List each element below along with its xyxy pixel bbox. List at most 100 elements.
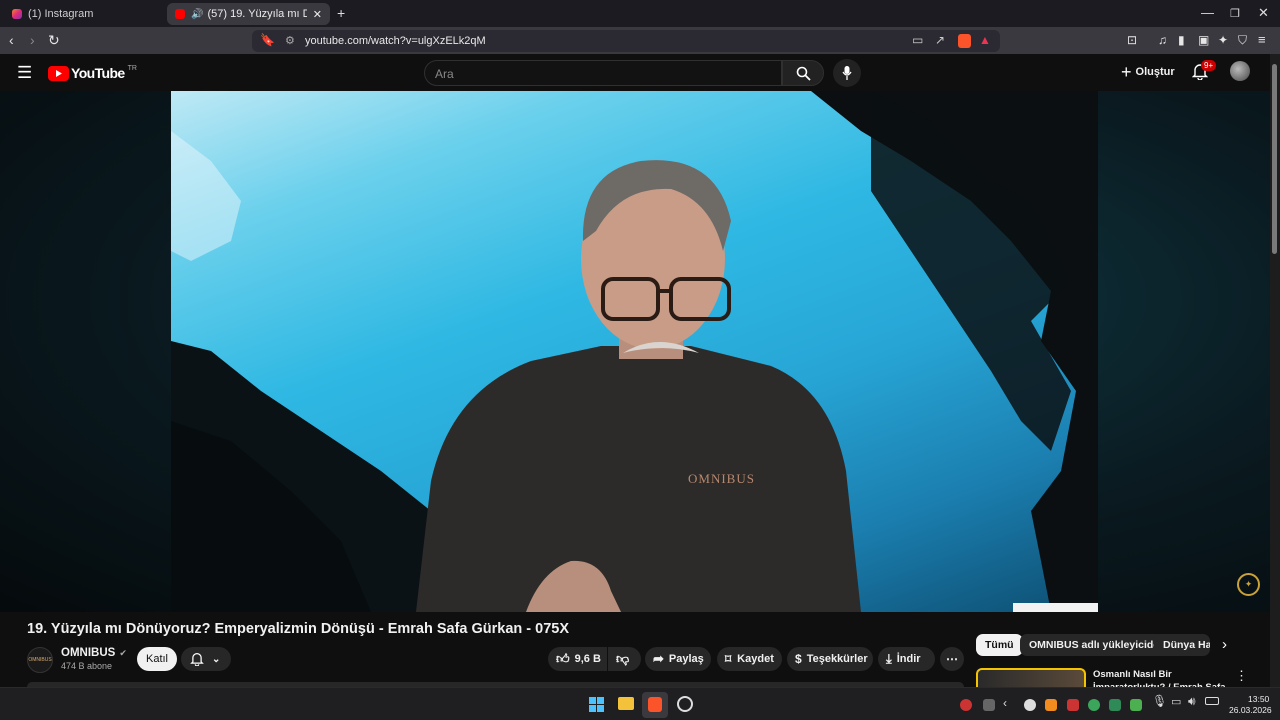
plus-icon: + [1121,62,1132,82]
create-button[interactable]: + Oluştur [1121,62,1175,82]
more-vertical-icon[interactable]: ⋮ [1235,668,1248,684]
shirt-logo-text: OMNIBUS [688,471,755,486]
browser-tab-strip: (1) Instagram 🔊 (57) 19. Yüzyıla mı Dönü… [0,0,1280,27]
brave-rewards-icon[interactable]: ▲ [979,33,991,47]
network-icon[interactable]: ▭ [1171,695,1181,708]
channel-avatar[interactable]: OMNIBUS [27,647,53,673]
like-button[interactable]: 👍︎ 9,6 B [548,647,607,671]
reload-icon[interactable]: ↻ [48,31,60,49]
tab-instagram[interactable]: (1) Instagram [4,3,164,25]
taskbar-date[interactable]: 26.03.2026 [1229,705,1272,715]
notifications-button[interactable]: 9+ [1191,60,1217,85]
cast-icon[interactable]: ▭ [912,33,923,47]
download-icon: ⤓ [886,651,892,666]
menu-icon[interactable]: ≡ [1258,31,1266,49]
battery-icon[interactable] [1205,697,1219,705]
taskbar-time[interactable]: 13:50 [1248,694,1269,704]
search-box[interactable]: Ara [424,60,782,86]
forward-icon[interactable]: › [30,31,35,49]
back-icon[interactable]: ‹ [9,31,14,49]
video-player[interactable]: OMNIBUS ✦ [0,91,1270,612]
subscribe-notification-button[interactable]: ⌄ [181,647,231,671]
share-icon: ➦ [653,651,664,666]
volume-icon[interactable]: 🔊︎ [1188,694,1196,709]
address-bar[interactable]: 🔖 ⚙ youtube.com/watch?v=ulgXzELk2qM ▭ ↗ … [252,30,1000,52]
voice-search-button[interactable] [833,59,861,87]
microphone-icon[interactable]: 🎙︎ [1152,694,1167,708]
close-tab-icon[interactable]: ✕ [313,8,322,21]
sidebar-icon[interactable]: ▮ [1178,31,1185,49]
bell-icon [190,653,204,666]
channel-name-row[interactable]: OMNIBUS ✔ [61,647,127,659]
url-text[interactable]: youtube.com/watch?v=ulgXzELk2qM [305,35,486,47]
share-button[interactable]: ➦ Paylaş [645,647,711,671]
thanks-label: Teşekkürler [806,653,868,665]
brave-shield-icon[interactable] [958,34,971,48]
clock-app-icon[interactable] [677,696,693,712]
tray-app-icon[interactable] [983,699,995,711]
chip-world-news[interactable]: Dünya Hab [1154,634,1210,656]
tray-app-icon[interactable] [1088,699,1100,711]
search-button[interactable] [782,60,824,86]
download-button[interactable]: ⤓ İndir [878,647,935,671]
thumbs-up-icon: 👍︎ [556,651,570,666]
join-button[interactable]: Katıl [137,647,177,671]
video-title: 19. Yüzyıla mı Dönüyoruz? Emperyalizmin … [27,621,570,637]
video-frame[interactable]: OMNIBUS [171,91,1098,612]
youtube-icon [175,9,185,19]
region-code: TR [127,64,137,72]
tab-label: (1) Instagram [28,8,94,20]
chip-all[interactable]: Tümü [976,634,1023,656]
vpn-shield-icon[interactable]: ⛉ [1238,31,1247,49]
restore-icon[interactable]: ❐ [1230,7,1240,20]
download-label: İndir [896,653,921,665]
page-scrollbar[interactable] [1270,54,1280,687]
save-button[interactable]: ⌑ Kaydet [717,647,782,671]
notification-badge: 9+ [1201,60,1217,71]
bookmark-icon[interactable]: 🔖 [260,33,275,47]
site-info-icon[interactable]: ⚙ [285,34,295,47]
new-tab-button[interactable]: + [337,5,345,21]
tray-app-icon[interactable] [1067,699,1079,711]
channel-name[interactable]: OMNIBUS [61,647,115,659]
thanks-button[interactable]: $ Teşekkürler [787,647,873,671]
chip-from-uploader[interactable]: OMNIBUS adlı yükleyiciden [1020,634,1175,656]
minimize-icon[interactable]: — [1201,5,1214,20]
brave-taskbar-button[interactable] [642,692,668,718]
tray-app-icon[interactable] [1024,699,1036,711]
tray-chevron-icon[interactable]: ‹ [1003,696,1007,710]
leo-ai-icon[interactable]: ✦ [1218,31,1228,49]
avatar[interactable] [1230,61,1250,81]
chevron-down-icon: ⌄ [212,653,221,665]
overlay-extension-icon[interactable]: ✦ [1237,573,1260,596]
more-actions-button[interactable]: ⋯ [940,647,964,671]
more-horizontal-icon: ⋯ [946,652,958,666]
search-icon [796,66,811,81]
brave-icon [648,697,662,712]
chevron-right-icon[interactable]: › [1222,636,1227,653]
super-thanks-icon: $ [795,652,802,666]
wallet-icon[interactable]: ▣ [1198,31,1209,49]
search-input[interactable]: Ara [435,67,454,81]
tray-app-icon[interactable] [1045,699,1057,711]
share-label: Paylaş [668,653,704,665]
recommendation-thumbnail[interactable] [976,668,1086,687]
recommendation-title-line1[interactable]: Osmanlı Nasıl Bir [1093,669,1172,680]
windows-start-icon[interactable] [589,697,604,712]
tray-app-icon[interactable] [960,699,972,711]
tray-app-icon[interactable] [1130,699,1142,711]
screenshot-icon[interactable]: ⊡ [1127,31,1137,49]
share-page-icon[interactable]: ↗ [935,33,945,47]
close-window-icon[interactable]: ✕ [1258,5,1269,21]
scrollbar-thumb[interactable] [1272,64,1277,254]
hamburger-menu-icon[interactable]: ☰ [17,63,32,83]
media-icon[interactable]: ♫ [1158,31,1167,49]
dislike-button[interactable]: 👎︎ [608,647,641,671]
youtube-logo[interactable]: YouTube TR [48,65,137,81]
tab-label: (57) 19. Yüzyıla mı Dönüyoruz [207,8,307,20]
save-label: Kaydet [737,653,774,665]
tab-youtube-video[interactable]: 🔊 (57) 19. Yüzyıla mı Dönüyoruz ✕ [167,3,330,25]
file-explorer-icon[interactable] [618,697,634,710]
logo-text: YouTube [71,65,125,81]
tray-app-icon[interactable] [1109,699,1121,711]
